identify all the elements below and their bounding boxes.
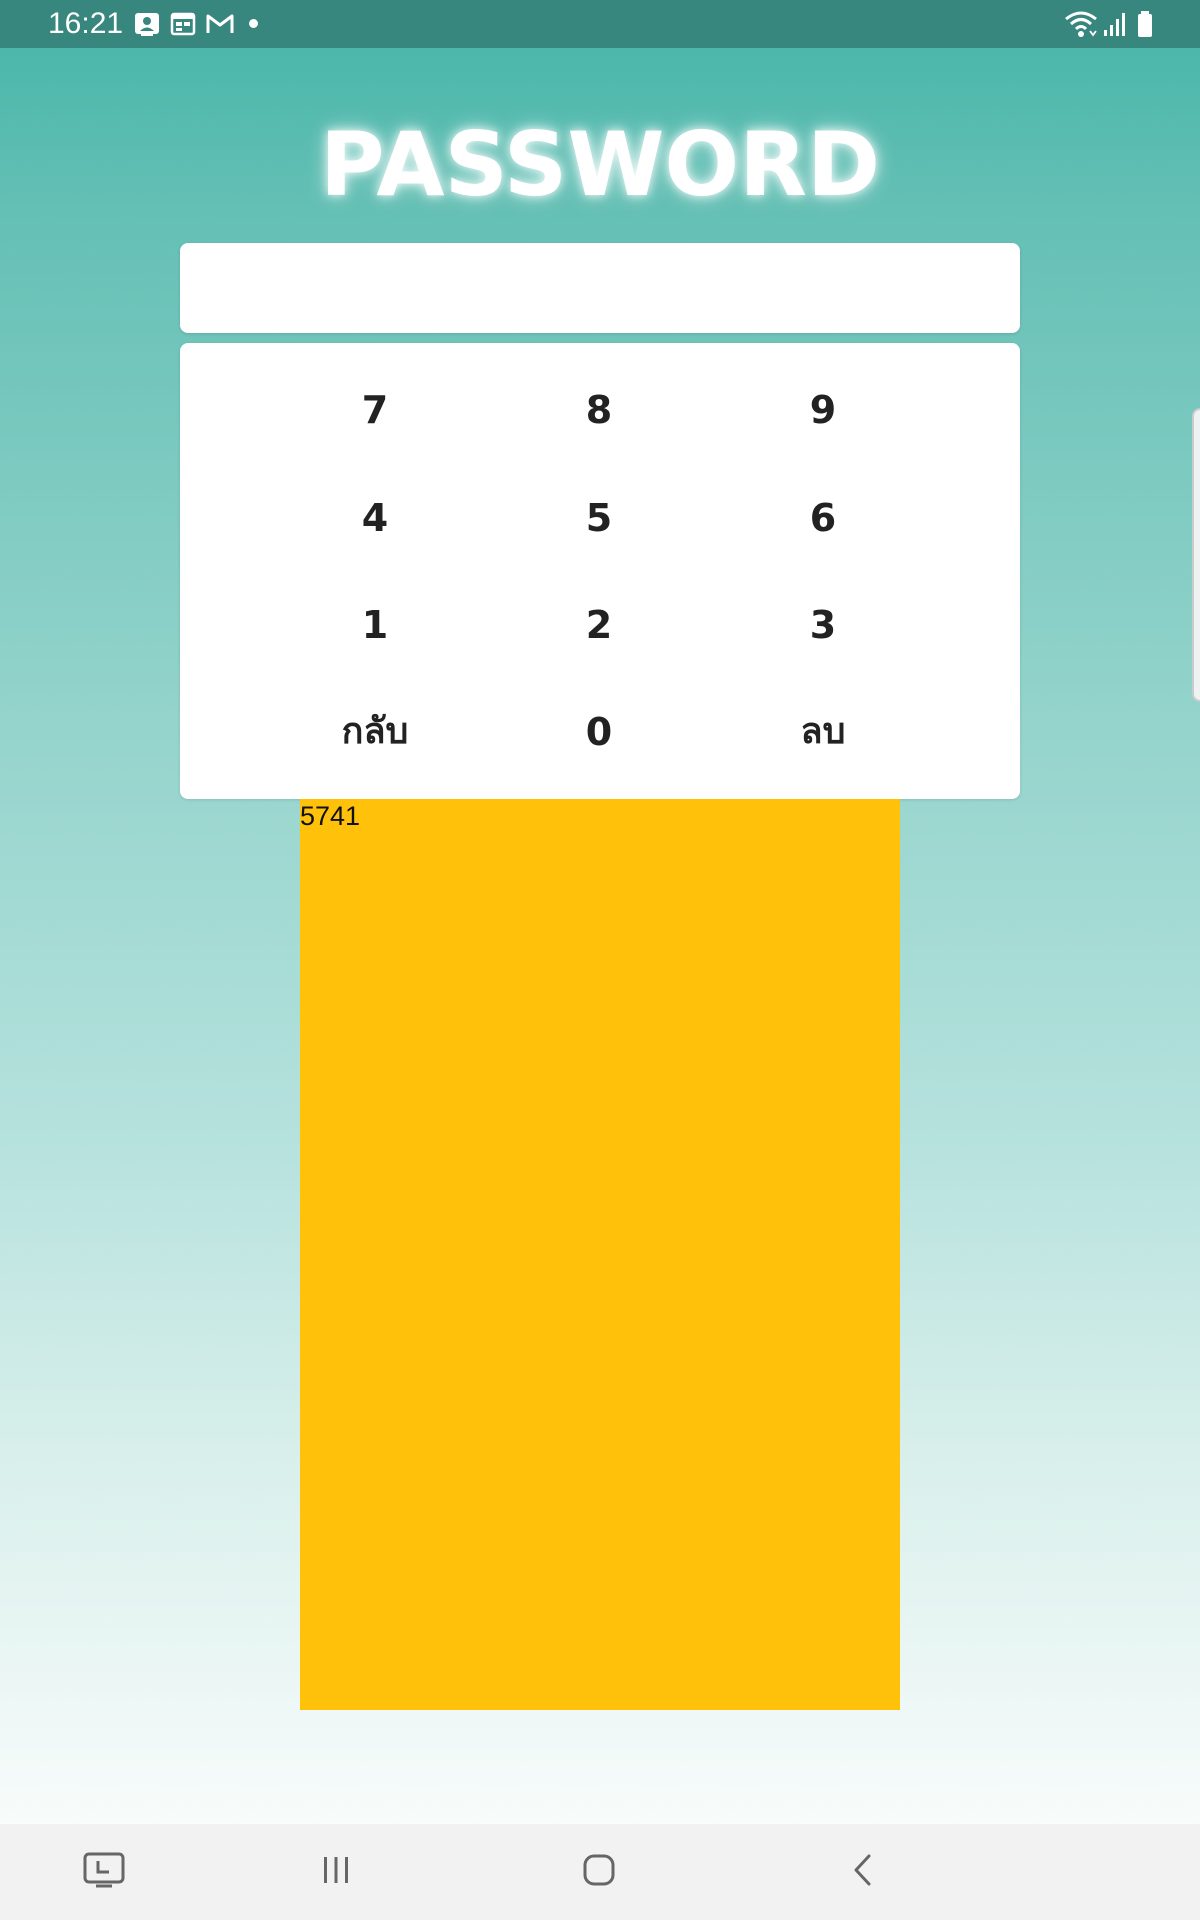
screen-recorder-button[interactable] — [44, 1824, 164, 1920]
page-title: PASSWORD — [319, 113, 880, 216]
edge-panel-handle[interactable] — [1192, 408, 1200, 702]
password-display-field[interactable] — [180, 243, 1020, 333]
key-delete[interactable]: ลบ — [723, 687, 923, 777]
home-icon — [581, 1852, 617, 1893]
yellow-panel: 5741 — [300, 799, 900, 1710]
wifi-icon — [1064, 9, 1098, 44]
back-button[interactable] — [803, 1824, 923, 1920]
key-3[interactable]: 3 — [723, 580, 923, 670]
numeric-keypad: 7 8 9 4 5 6 1 2 3 กลับ 0 ลบ — [180, 343, 1020, 799]
key-5[interactable]: 5 — [499, 473, 699, 563]
recent-apps-button[interactable] — [276, 1824, 396, 1920]
recent-apps-icon — [319, 1854, 353, 1891]
contacts-notification-icon — [133, 10, 161, 43]
key-8[interactable]: 8 — [499, 365, 699, 455]
status-time: 16:21 — [48, 7, 124, 40]
navigation-bar — [0, 1824, 1200, 1920]
key-back[interactable]: กลับ — [275, 687, 475, 777]
key-1[interactable]: 1 — [275, 580, 475, 670]
back-icon — [848, 1852, 878, 1893]
key-7[interactable]: 7 — [275, 365, 475, 455]
home-button[interactable] — [539, 1824, 659, 1920]
debug-code-text: 5741 — [300, 801, 361, 831]
key-9[interactable]: 9 — [723, 365, 923, 455]
more-notifications-dot — [249, 19, 258, 28]
key-2[interactable]: 2 — [499, 580, 699, 670]
battery-icon — [1136, 10, 1154, 43]
status-bar: 16:21 — [0, 0, 1200, 48]
signal-icon — [1102, 10, 1128, 43]
key-0[interactable]: 0 — [499, 687, 699, 777]
calendar-notification-icon — [169, 10, 197, 43]
key-4[interactable]: 4 — [275, 473, 475, 563]
gmail-icon — [205, 10, 235, 43]
key-6[interactable]: 6 — [723, 473, 923, 563]
screen-recorder-icon — [82, 1850, 126, 1895]
